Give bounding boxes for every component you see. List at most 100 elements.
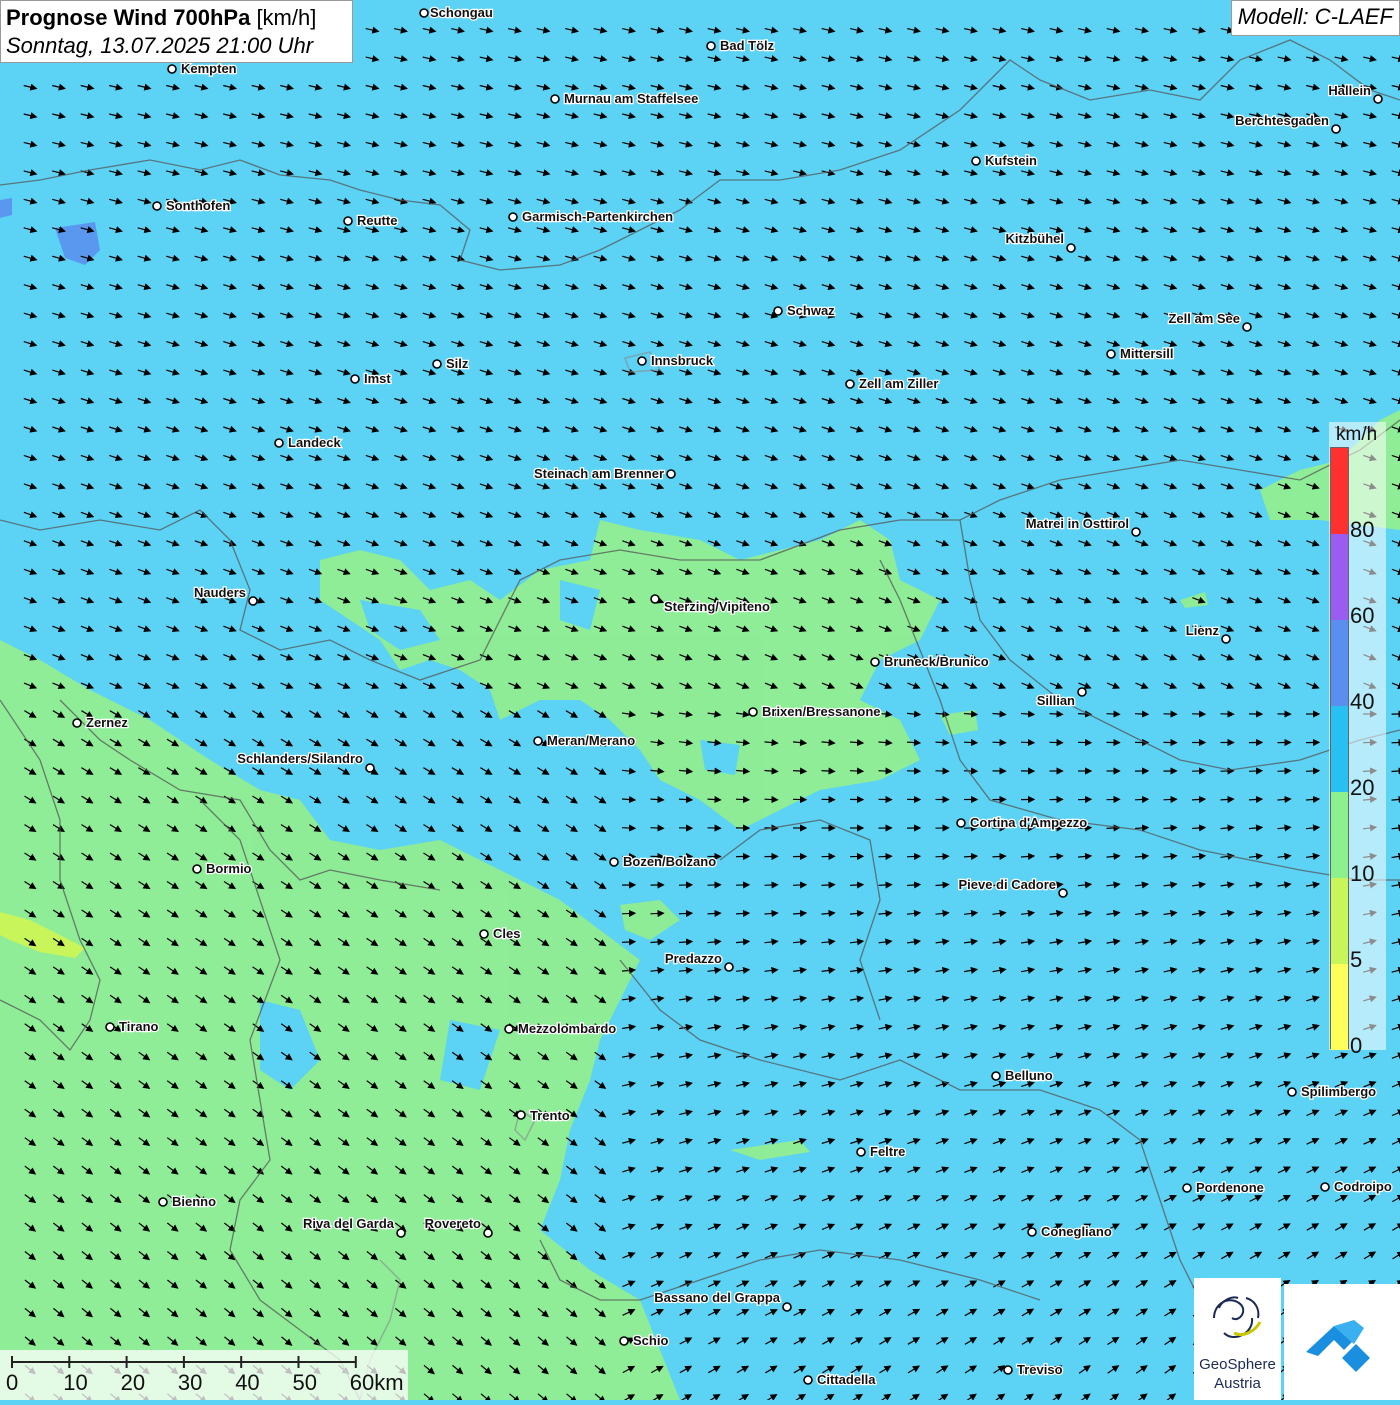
place-label: Innsbruck [651,353,714,368]
wind-arrow [765,799,778,800]
map-title: Prognose Wind 700hPa [km/h] [6,4,347,32]
place-marker [1374,95,1382,103]
wind-arrow [1278,771,1291,772]
place-marker [1067,244,1075,252]
scale-label: 0 [6,1370,18,1396]
place-marker [804,1376,812,1384]
legend-color-segment [1331,534,1348,620]
place-label: Garmisch-Partenkirchen [522,209,673,224]
place-marker [351,375,359,383]
wind-arrow [936,742,949,743]
place-marker [610,858,618,866]
wind-arrow [1164,799,1177,800]
place-label: Silz [446,356,469,371]
wind-arrow [708,913,721,914]
geosphere-name: GeoSphere [1194,1356,1281,1373]
wind-arrow [964,856,977,857]
place-label: Belluno [1005,1068,1053,1083]
place-marker [638,357,646,365]
place-label: Bienno [172,1194,216,1209]
wind-arrow [850,771,863,772]
map-title-box: Prognose Wind 700hPa [km/h] Sonntag, 13.… [0,0,353,63]
legend-color-segment [1331,448,1348,534]
weather-app-logo-icon [1284,1284,1400,1400]
place-marker [193,865,201,873]
wind-arrow [936,856,949,857]
place-label: Zell am Ziller [859,376,938,391]
wind-arrow [622,942,635,943]
place-marker [1243,323,1251,331]
legend-color-bar [1330,447,1349,1049]
place-marker [774,307,782,315]
wind-arrow [1050,714,1063,715]
place-label: Cittadella [817,1372,876,1387]
legend-tick-label: 80 [1350,517,1374,543]
scale-bar-line [0,1350,408,1400]
wind-arrow [736,913,749,914]
geosphere-logo: GeoSphere Austria [1194,1278,1281,1400]
place-label: Kempten [181,61,237,76]
scale-label: 30 [178,1370,202,1396]
place-label: Pieve di Cadore [958,877,1056,892]
wind-arrow [1192,799,1205,800]
legend-tick-label: 0 [1350,1033,1362,1059]
wind-arrow [1021,742,1034,743]
wind-arrow [765,885,778,886]
legend-tick-label: 10 [1350,861,1374,887]
legend-color-segment [1331,964,1348,1050]
wind-arrow [1392,742,1400,743]
map-title-main: Prognose Wind 700hPa [6,5,250,30]
place-marker [957,819,965,827]
place-marker [1332,125,1340,133]
place-marker [1321,1183,1329,1191]
wind-arrow [622,913,635,914]
place-marker [857,1148,865,1156]
place-marker [433,360,441,368]
place-label: Hallein [1328,83,1371,98]
place-label: Trento [530,1108,570,1123]
place-marker [366,764,374,772]
legend-color-segment [1331,706,1348,792]
place-marker [275,439,283,447]
wind-arrow [1135,714,1148,715]
wind-arrow [736,799,749,800]
place-label: Tirano [119,1019,159,1034]
place-marker [871,658,879,666]
weather-app-logo [1284,1284,1400,1400]
wind-arrow [708,799,721,800]
place-marker [1107,350,1115,358]
place-label: Bassano del Grappa [654,1290,780,1305]
place-label: Riva del Garda [303,1216,395,1231]
place-marker [846,380,854,388]
wind-arrow [879,856,892,857]
place-label: Reutte [357,213,397,228]
place-marker [509,213,517,221]
scale-label: 50 [293,1370,317,1396]
place-label: Kitzbühel [1006,231,1065,246]
place-label: Sterzing/Vipiteno [664,599,770,614]
legend-tick-label: 40 [1350,689,1374,715]
scale-label: 60km [350,1370,404,1396]
wind-arrow [1249,771,1262,772]
place-marker [159,1198,167,1206]
place-label: Landeck [288,435,342,450]
geosphere-sub: Austria [1194,1375,1281,1392]
place-marker [667,470,675,478]
place-marker [397,1229,405,1237]
place-label: Spilimbergo [1301,1084,1376,1099]
wind-arrow [993,742,1006,743]
place-label: Kufstein [985,153,1037,168]
place-marker [480,930,488,938]
legend-tick-label: 60 [1350,603,1374,629]
forecast-datetime: Sonntag, 13.07.2025 21:00 Uhr [6,32,347,60]
scale-bar: 0102030405060km [0,1350,408,1400]
place-marker [73,719,81,727]
place-label: Schwaz [787,303,835,318]
place-label: Cortina d'Ampezzo [970,815,1087,830]
place-marker [1059,889,1067,897]
place-marker [1132,528,1140,536]
wind-arrow [1135,799,1148,800]
place-marker [651,595,659,603]
place-label: Bormio [206,861,252,876]
place-label: Sillian [1037,693,1075,708]
